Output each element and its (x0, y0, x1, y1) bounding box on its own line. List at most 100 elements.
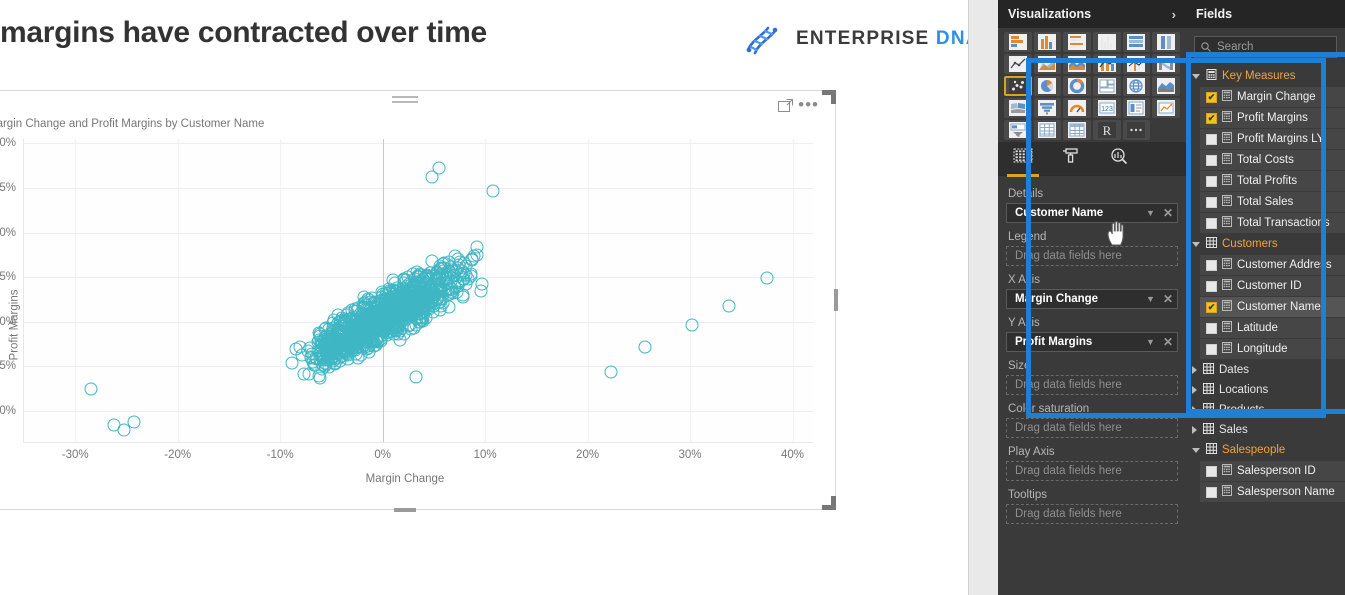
scatter-point[interactable] (409, 370, 423, 384)
line-and-stacked-column-chart-icon[interactable] (1092, 54, 1121, 74)
fields-table-customers[interactable]: Customers (1186, 234, 1345, 254)
scatter-point[interactable] (399, 296, 413, 310)
focus-mode-icon[interactable] (778, 99, 793, 112)
scatter-point[interactable] (638, 340, 652, 354)
fields-table-key-measures[interactable]: Key Measures (1186, 66, 1345, 86)
fields-table-dates[interactable]: Dates (1186, 360, 1345, 380)
analytics-tab[interactable] (1106, 146, 1132, 172)
r-script-visual-icon[interactable]: R (1092, 120, 1121, 140)
fields-table-locations[interactable]: Locations (1186, 380, 1345, 400)
fields-table-sales[interactable]: Sales (1186, 420, 1345, 440)
resize-handle-bottom[interactable] (394, 508, 416, 512)
scatter-point[interactable] (308, 358, 322, 372)
scatter-point[interactable] (427, 290, 441, 304)
field-item[interactable]: Customer Name (1200, 297, 1345, 317)
fields-table-products[interactable]: Products (1186, 400, 1345, 420)
chevron-down-icon[interactable]: ▼ (1146, 208, 1155, 218)
drag-handle-icon[interactable] (392, 96, 418, 107)
stacked-area-chart-icon[interactable] (1063, 54, 1091, 74)
resize-handle-right[interactable] (834, 289, 838, 311)
field-checkbox[interactable] (1206, 133, 1217, 145)
chevron-right-icon[interactable] (1192, 406, 1197, 414)
field-item[interactable]: Profit Margins LY (1200, 129, 1345, 149)
chevron-down-icon[interactable]: ▼ (1146, 294, 1155, 304)
well-legend[interactable]: Drag data fields here (1006, 246, 1178, 266)
field-item[interactable]: Margin Change (1200, 87, 1345, 107)
field-checkbox[interactable] (1206, 175, 1217, 187)
scatter-point[interactable] (394, 313, 408, 327)
fields-table-salespeople[interactable]: Salespeople (1186, 440, 1345, 460)
field-item[interactable]: Profit Margins (1200, 108, 1345, 128)
shape-map-icon[interactable] (1004, 98, 1032, 118)
more-visuals-icon[interactable] (1122, 120, 1151, 140)
matrix-icon[interactable] (1063, 120, 1091, 140)
scatter-point[interactable] (84, 382, 98, 396)
field-item[interactable]: Longitude (1200, 339, 1345, 359)
visual-pane-tabs[interactable] (998, 142, 1186, 177)
field-item[interactable]: Total Profits (1200, 171, 1345, 191)
line-and-clustered-column-chart-icon[interactable] (1122, 54, 1151, 74)
scatter-point[interactable] (440, 276, 454, 290)
stacked-column-chart-icon[interactable] (1033, 32, 1062, 52)
field-item[interactable]: Total Sales (1200, 192, 1345, 212)
table-icon[interactable] (1033, 120, 1062, 140)
clustered-column-chart-icon[interactable] (1092, 32, 1121, 52)
card-icon[interactable]: 123 (1092, 98, 1121, 118)
chevron-down-icon[interactable] (1192, 73, 1200, 79)
field-checkbox[interactable] (1206, 486, 1217, 498)
field-checkbox[interactable] (1206, 322, 1217, 334)
scatter-point[interactable] (127, 415, 141, 428)
scatter-point[interactable] (358, 338, 372, 352)
100-stacked-bar-chart-icon[interactable] (1122, 32, 1151, 52)
remove-field-icon[interactable]: ✕ (1163, 206, 1173, 220)
stacked-bar-chart-icon[interactable] (1004, 32, 1032, 52)
chevron-down-icon[interactable] (1192, 447, 1200, 453)
scatter-point[interactable] (442, 300, 456, 314)
remove-field-icon[interactable]: ✕ (1163, 335, 1173, 349)
field-item[interactable]: Customer ID (1200, 276, 1345, 296)
scatter-point[interactable] (419, 270, 433, 284)
field-item[interactable]: Customer Address (1200, 255, 1345, 275)
well-details[interactable]: Customer Name ▼ ✕ (1006, 203, 1178, 223)
field-item[interactable]: Salesperson Name (1200, 482, 1345, 502)
scatter-point[interactable] (346, 324, 360, 338)
100-stacked-column-chart-icon[interactable] (1152, 32, 1180, 52)
line-chart-icon[interactable] (1004, 54, 1032, 74)
well-size[interactable]: Drag data fields here (1006, 375, 1178, 395)
kpi-icon[interactable] (1152, 98, 1180, 118)
gauge-chart-icon[interactable] (1063, 98, 1091, 118)
scatter-point[interactable] (722, 299, 736, 313)
area-chart-icon[interactable] (1033, 54, 1062, 74)
scatter-point[interactable] (322, 345, 336, 359)
remove-field-icon[interactable]: ✕ (1163, 292, 1173, 306)
treemap-icon[interactable] (1092, 76, 1121, 96)
chevron-right-icon[interactable] (1192, 386, 1197, 394)
resize-handle-bottom-right[interactable] (822, 496, 836, 510)
chevron-right-icon[interactable] (1192, 426, 1197, 434)
field-checkbox[interactable] (1206, 343, 1217, 355)
well-y-axis[interactable]: Profit Margins ▼ ✕ (1006, 332, 1178, 352)
scatter-point[interactable] (685, 318, 699, 332)
donut-chart-icon[interactable] (1063, 76, 1091, 96)
field-checkbox[interactable] (1206, 217, 1217, 229)
chevron-right-icon[interactable]: › (1172, 7, 1176, 22)
field-checkbox[interactable] (1206, 259, 1217, 271)
map-icon[interactable] (1122, 76, 1151, 96)
scatter-visual-container[interactable]: ••• Margin Change and Profit Margins by … (0, 90, 838, 512)
scatter-points[interactable] (24, 139, 813, 442)
resize-handle-top-right[interactable] (822, 90, 836, 104)
field-checkbox[interactable] (1206, 465, 1217, 477)
well-color-saturation[interactable]: Drag data fields here (1006, 418, 1178, 438)
more-options-icon[interactable]: ••• (798, 96, 819, 113)
clustered-bar-chart-icon[interactable] (1063, 32, 1091, 52)
scatter-point[interactable] (760, 271, 774, 285)
scatter-point[interactable] (465, 252, 479, 266)
field-checkbox[interactable] (1206, 154, 1217, 166)
well-tooltips[interactable]: Drag data fields here (1006, 504, 1178, 524)
field-item[interactable]: Total Costs (1200, 150, 1345, 170)
well-x-axis[interactable]: Margin Change ▼ ✕ (1006, 289, 1178, 309)
field-wells[interactable]: Details Customer Name ▼ ✕ Legend Drag data fi… (998, 176, 1186, 524)
multi-row-card-icon[interactable] (1122, 98, 1151, 118)
field-item[interactable]: Latitude (1200, 318, 1345, 338)
chevron-down-icon[interactable] (1192, 241, 1200, 247)
